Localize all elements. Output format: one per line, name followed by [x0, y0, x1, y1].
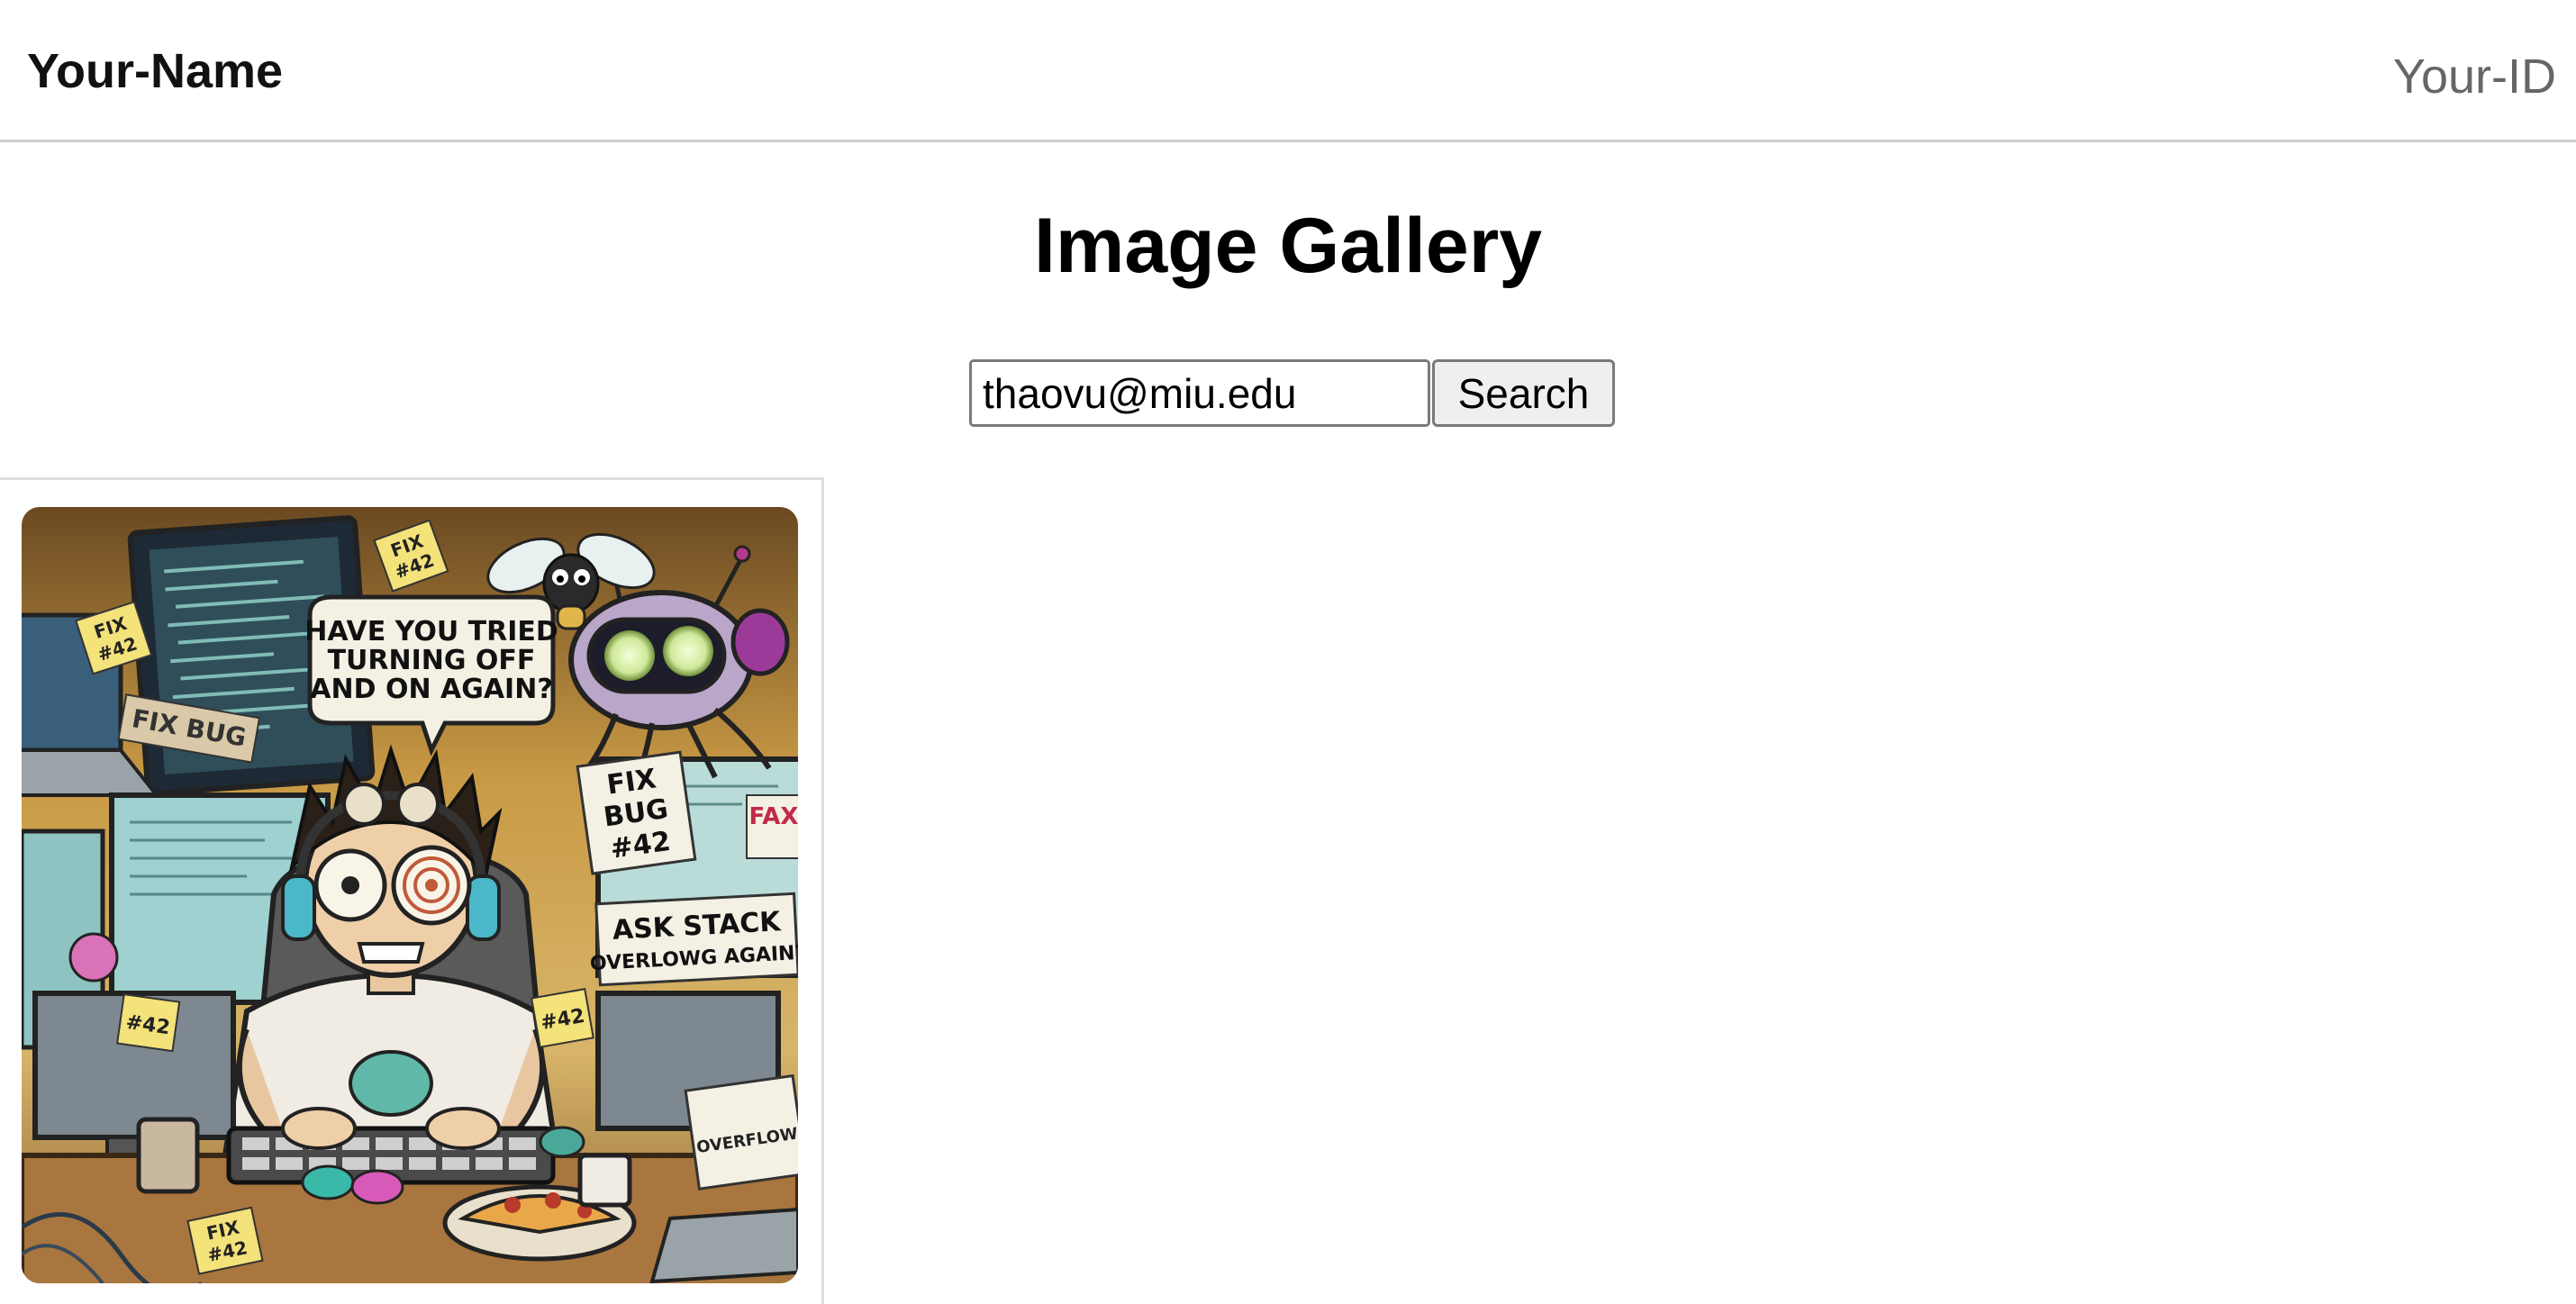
speech-line-2: TURNING OFF — [328, 645, 536, 676]
programmer-cartoon-illustration: HAVE YOU TRIED TURNING OFF AND ON AGAIN?… — [22, 507, 798, 1283]
gallery-image[interactable]: HAVE YOU TRIED TURNING OFF AND ON AGAIN?… — [22, 507, 798, 1283]
speech-line-1: HAVE YOU TRIED — [304, 616, 558, 647]
sticky-note-fax: FAX — [746, 794, 798, 859]
user-id: Your-ID — [2392, 50, 2556, 104]
sticky-note-desk-1: #42 — [115, 992, 181, 1053]
gallery-card: HAVE YOU TRIED TURNING OFF AND ON AGAIN?… — [0, 477, 824, 1304]
search-form: Search — [969, 359, 1615, 427]
top-bar: Your-Name Your-ID — [0, 0, 2576, 142]
image-gallery: HAVE YOU TRIED TURNING OFF AND ON AGAIN?… — [0, 477, 2576, 1304]
brand-name: Your-Name — [27, 44, 284, 98]
search-input[interactable] — [969, 359, 1430, 427]
sticky-note-overflow: OVERFLOW — [684, 1073, 798, 1191]
sticky-note-fix-bug-big: FIX BUG #42 — [576, 750, 697, 875]
sticky-note-desk-2: #42 — [530, 988, 594, 1048]
note-fax: FAX — [749, 803, 798, 830]
sticky-note-ask-stack: ASK STACK OVERLOWG AGAIN? — [589, 892, 798, 987]
search-button[interactable]: Search — [1432, 359, 1615, 427]
speech-line-3: AND ON AGAIN? — [310, 674, 552, 705]
page-title: Image Gallery — [1033, 203, 1543, 289]
